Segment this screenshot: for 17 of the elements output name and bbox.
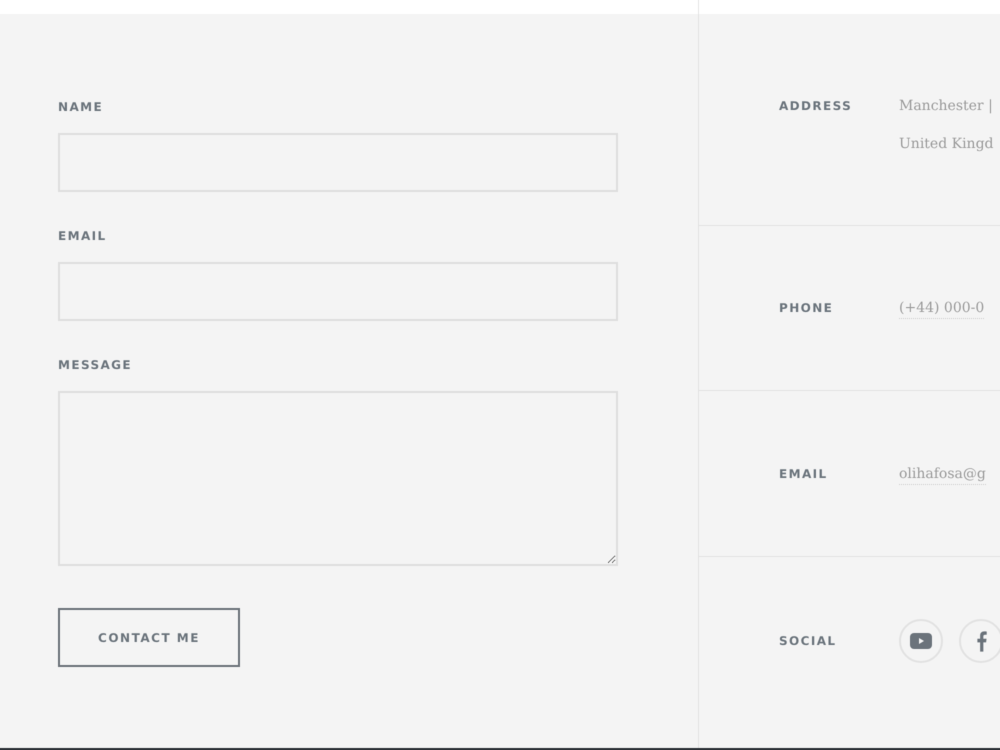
social-link[interactable] — [899, 619, 943, 663]
field-label: MESSAGE — [58, 357, 132, 373]
field-label: EMAIL — [58, 228, 107, 244]
info-label: ADDRESS — [779, 98, 854, 115]
address-text: United Kingd — [899, 136, 994, 152]
info-label: EMAIL — [779, 466, 829, 482]
info-label: SOCIAL — [779, 633, 838, 650]
info-label: PHONE — [779, 300, 834, 317]
field-label: NAME — [58, 99, 104, 115]
youtube-icon — [910, 633, 932, 649]
contact-link[interactable]: olihafosa@g — [899, 464, 986, 484]
facebook-icon — [976, 630, 986, 652]
contact-link[interactable]: (+44) 000-0 — [899, 298, 984, 319]
contact-button[interactable]: CONTACT ME — [58, 608, 240, 667]
message-field[interactable] — [58, 391, 618, 566]
address-text: Manchester | — [899, 98, 993, 114]
social-link[interactable] — [959, 619, 1000, 663]
